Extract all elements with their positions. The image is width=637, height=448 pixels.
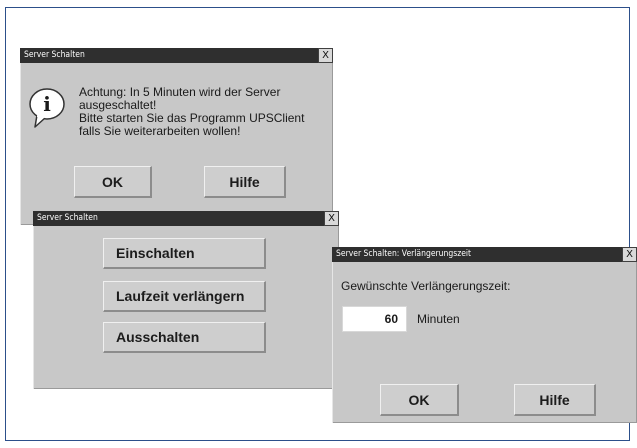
minutes-input[interactable]: 60 [342,306,407,332]
info-icon: i [29,88,65,128]
warning-dialog-title: Server Schalten [24,50,85,60]
extension-time-dialog-titlebar[interactable]: Server Schalten: Verlängerungszeit [332,247,637,262]
extend-runtime-button[interactable]: Laufzeit verlängern [103,281,266,312]
server-control-dialog-titlebar[interactable]: Server Schalten [33,211,339,226]
warning-dialog: Server Schalten X i Achtung: In 5 Minute… [20,48,333,225]
warning-message-line: falls Sie weiterarbeiten wollen! [79,124,241,138]
warning-help-button[interactable]: Hilfe [204,166,286,198]
extension-time-prompt: Gewünschte Verlängerungszeit: [341,279,511,293]
info-icon-glyph: i [43,92,51,116]
server-control-dialog-close-button[interactable]: X [324,211,339,226]
extension-time-dialog-close-button[interactable]: X [622,247,637,262]
extension-help-button[interactable]: Hilfe [514,384,596,416]
warning-ok-button[interactable]: OK [74,166,152,198]
extension-time-dialog-title: Server Schalten: Verlängerungszeit [336,249,472,259]
extension-time-dialog: Server Schalten: Verlängerungszeit X Gew… [332,247,637,423]
power-on-button[interactable]: Einschalten [103,238,266,269]
server-control-dialog-title: Server Schalten [37,213,98,223]
server-control-dialog: Server Schalten X Einschalten Laufzeit v… [33,211,339,389]
warning-dialog-titlebar[interactable]: Server Schalten [20,48,333,63]
power-off-button[interactable]: Ausschalten [103,322,266,353]
warning-message: Achtung: In 5 Minuten wird der Server au… [79,86,329,138]
warning-dialog-close-button[interactable]: X [318,48,333,63]
extension-ok-button[interactable]: OK [380,384,459,416]
minutes-unit-label: Minuten [417,312,460,326]
